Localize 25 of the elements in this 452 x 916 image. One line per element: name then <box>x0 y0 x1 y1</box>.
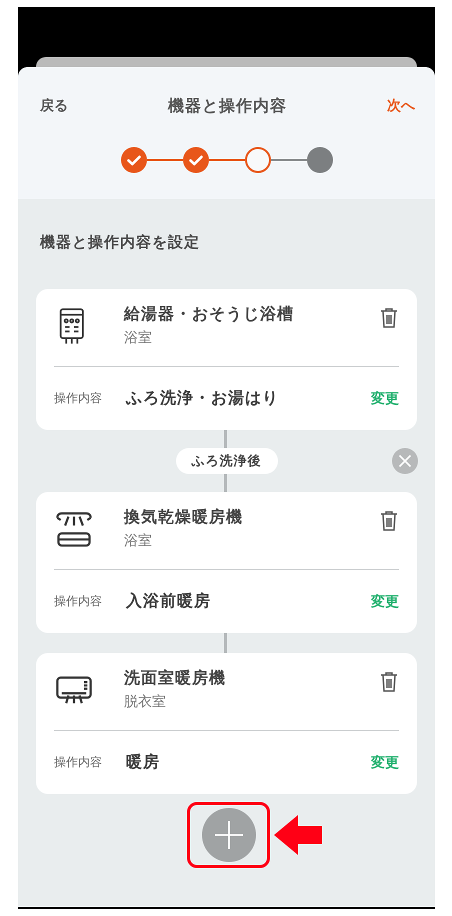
section-title: 機器と操作内容を設定 <box>38 232 201 253</box>
operation-name: ふろ洗浄・お湯はり <box>126 388 280 409</box>
next-button[interactable]: 次へ <box>387 97 415 115</box>
delete-icon[interactable] <box>379 307 399 329</box>
change-button[interactable]: 変更 <box>371 754 399 772</box>
screen-title: 機器と操作内容 <box>168 96 287 116</box>
arrow-icon <box>274 815 322 855</box>
delete-icon[interactable] <box>379 510 399 532</box>
room-name: 浴室 <box>124 532 153 550</box>
operation-label: 操作内容 <box>54 390 103 407</box>
change-button[interactable]: 変更 <box>371 390 399 408</box>
operation-name: 暖房 <box>126 752 161 773</box>
room-name: 浴室 <box>124 329 153 347</box>
plus-icon <box>214 820 244 850</box>
condition-tag: ふろ洗浄後 <box>176 448 278 474</box>
operation-label: 操作内容 <box>54 754 103 771</box>
operation-label: 操作内容 <box>54 593 103 610</box>
device-name: 給湯器・おそうじ浴槽 <box>124 304 295 325</box>
operation-name: 入浴前暖房 <box>126 591 212 612</box>
delete-icon[interactable] <box>379 671 399 693</box>
back-button[interactable]: 戻る <box>40 97 68 115</box>
change-button[interactable]: 変更 <box>371 592 399 610</box>
device-name: 洗面室暖房機 <box>124 668 227 689</box>
device-name: 換気乾燥暖房機 <box>124 507 244 528</box>
room-name: 脱衣室 <box>124 693 167 711</box>
